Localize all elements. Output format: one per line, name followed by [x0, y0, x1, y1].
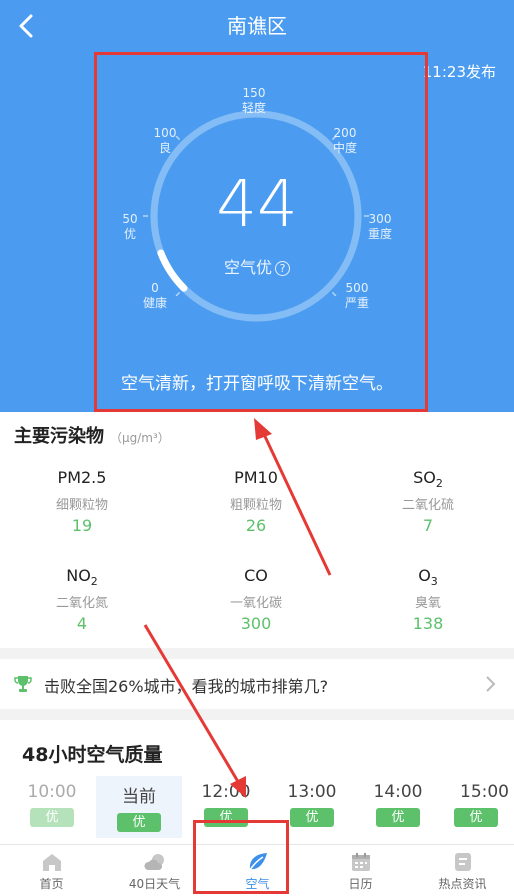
news-icon: [454, 853, 471, 871]
pollutants-card: 主要污染物 （μg/m³） PM2.5 细颗粒物 19 PM10 粗颗粒物 26 …: [0, 412, 514, 648]
hour-item[interactable]: 10:00 优: [9, 782, 95, 827]
pollutants-title: 主要污染物 （μg/m³）: [14, 426, 170, 447]
tab-news[interactable]: 热点资讯: [411, 845, 514, 896]
pollutants-unit: （μg/m³）: [110, 431, 170, 445]
pollutant-no2[interactable]: NO2 二氧化氮 4: [22, 566, 142, 633]
calendar-icon: [351, 853, 370, 871]
rank-text: 击败全国26%城市，看我的城市排第几?: [44, 677, 329, 696]
chevron-right-icon: [486, 676, 496, 692]
pollutant-pm25[interactable]: PM2.5 细颗粒物 19: [22, 468, 142, 535]
hour-item[interactable]: 15:00 优: [440, 782, 514, 827]
aqi-badge: 优: [454, 808, 498, 827]
annotation-box-air-tab: [193, 820, 289, 894]
cloud-icon: [143, 854, 164, 870]
pollutant-co[interactable]: CO 一氧化碳 300: [196, 566, 316, 633]
hourly-title: 48小时空气质量: [22, 744, 163, 766]
tab-home[interactable]: 首页: [0, 845, 103, 896]
pollutant-o3[interactable]: O3 臭氧 138: [368, 566, 488, 633]
tab-40day[interactable]: 40日天气: [103, 845, 206, 896]
pollutant-pm10[interactable]: PM10 粗颗粒物 26: [196, 468, 316, 535]
hour-item[interactable]: 14:00 优: [355, 782, 441, 827]
home-icon: [42, 854, 61, 871]
tab-calendar[interactable]: 日历: [309, 845, 412, 896]
aqi-badge: 优: [30, 808, 74, 827]
annotation-box-gauge: [94, 52, 428, 412]
pollutant-so2[interactable]: SO2 二氧化硫 7: [368, 468, 488, 535]
hour-item-current[interactable]: 当前优: [96, 776, 182, 838]
city-rank-banner[interactable]: 击败全国26%城市，看我的城市排第几?: [0, 659, 514, 709]
aqi-badge: 优: [117, 813, 161, 832]
aqi-badge: 优: [376, 808, 420, 827]
trophy-icon: [14, 676, 32, 692]
aqi-badge: 优: [290, 808, 334, 827]
